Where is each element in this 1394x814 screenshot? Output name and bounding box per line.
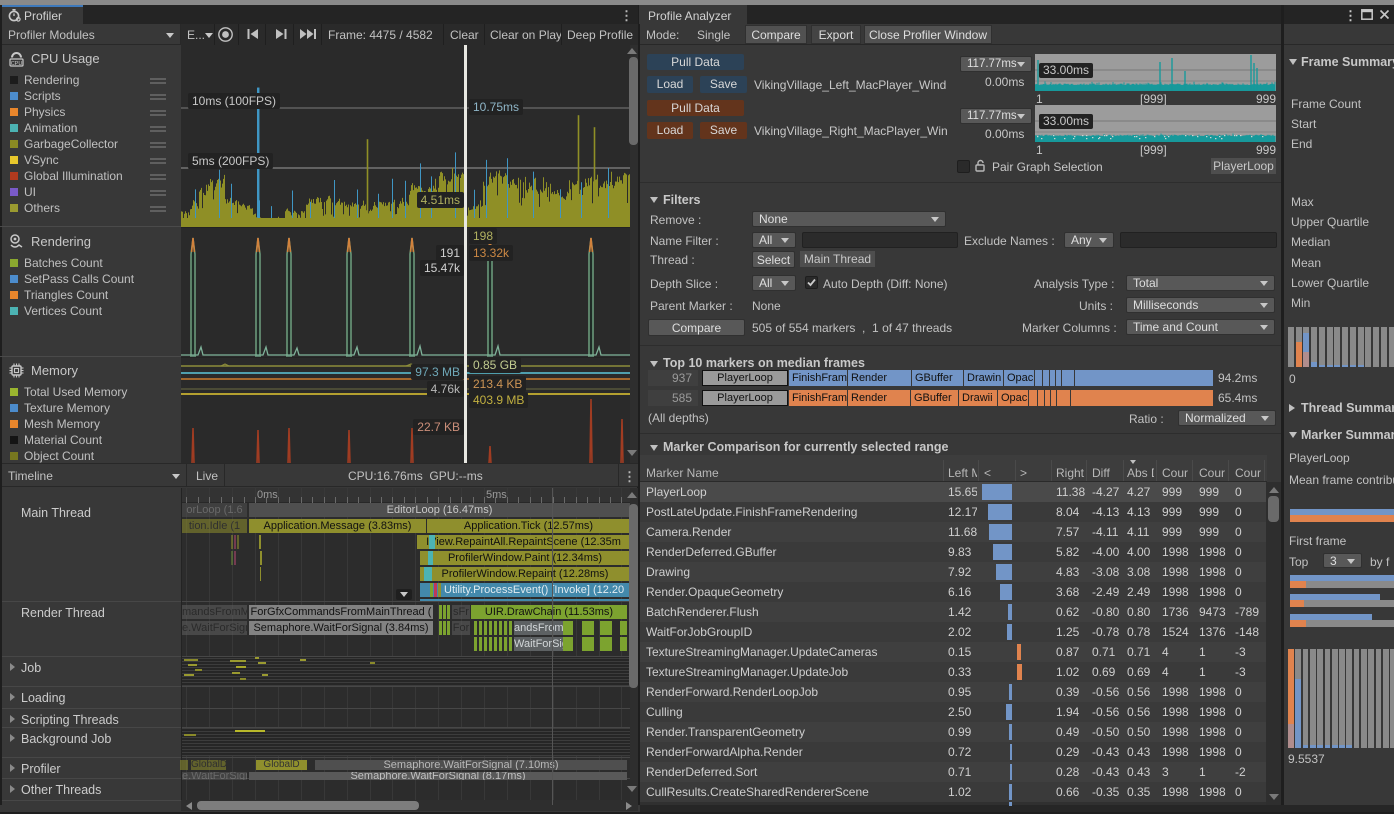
svg-text:CPU: CPU (11, 61, 23, 67)
